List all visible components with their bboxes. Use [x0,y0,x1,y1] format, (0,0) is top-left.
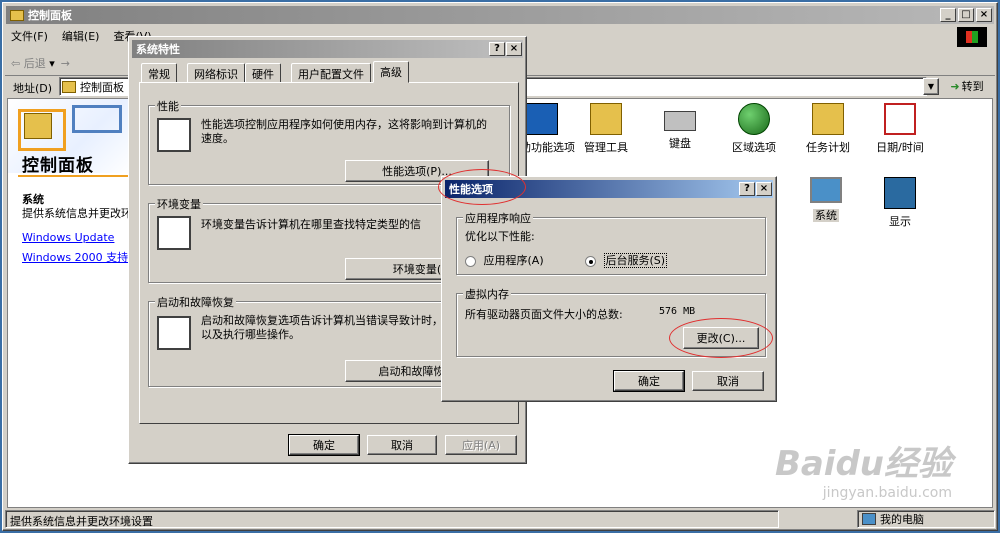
perf-group-label: 性能 [155,98,181,114]
env-group-label: 环境变量 [155,196,203,212]
radio-background-label: 后台服务(S) [603,253,668,268]
baidu-watermark-url: jingyan.baidu.com [822,485,952,501]
tab-hardware[interactable]: 硬件 [245,63,281,83]
main-title-bar[interactable]: 控制面板 [6,6,994,24]
left-pane-heading: 控制面板 [22,156,94,176]
tab-strip: 常规 网络标识 硬件 用户配置文件 高级 [139,61,519,83]
status-bar: 提供系统信息并更改环境设置 我的电脑 [5,510,995,528]
vm-total-label: 所有驱动器页面文件大小的总数: [465,308,623,321]
optimize-label: 优化以下性能: [465,230,535,243]
admin-tools-icon [590,103,622,135]
address-dropdown-button[interactable]: ▼ [923,78,939,95]
accessibility-icon [526,103,558,135]
windows-update-link[interactable]: Windows Update [22,231,114,244]
radio-applications-circle [465,255,476,267]
icon-system[interactable]: 系统 [786,177,866,223]
radio-background-circle [585,255,596,267]
maximize-button[interactable]: □ [958,8,974,22]
icon-admin-tools[interactable]: 管理工具 [566,103,646,155]
sys-props-title-bar[interactable]: 系统特性 [132,40,523,58]
folder-icon [10,9,24,21]
vm-total-value: 576 MB [659,306,696,317]
menu-file[interactable]: 文件(F) [11,28,48,46]
control-panel-large-icon [24,113,52,139]
radio-applications-label: 应用程序(A) [483,254,544,267]
status-zone-panel: 我的电脑 [857,510,995,528]
address-value: 控制面板 [80,80,124,94]
section-desc: 提供系统信息并更改环 [22,207,132,220]
performance-icon [157,118,191,152]
clock-icon [884,103,916,135]
display-icon [884,177,916,209]
windows-logo-icon [957,27,987,47]
baidu-watermark: Baidu经验 [774,444,952,484]
app-response-group: 应用程序响应 优化以下性能: 应用程序(A) 后台服务(S) [456,210,766,275]
env-text: 环境变量告诉计算机在哪里查找特定类型的信 [201,218,421,231]
go-arrow-icon: ➜ [950,79,960,93]
change-highlight-ellipse [669,318,773,358]
computer-icon [810,177,842,203]
sys-props-close-button[interactable]: × [506,42,522,56]
scheduled-tasks-icon [812,103,844,135]
icon-display[interactable]: 显示 [860,177,940,229]
close-button[interactable]: × [976,8,992,22]
title-highlight-ellipse [438,169,526,205]
perf-options-close-button[interactable]: × [756,182,772,196]
left-pane: 控制面板 系统 提供系统信息并更改环 Windows Update Window… [8,99,132,507]
minimize-button[interactable]: _ [940,8,956,22]
app-response-label: 应用程序响应 [463,210,533,226]
tab-general[interactable]: 常规 [141,63,177,83]
windows-2000-support-link[interactable]: Windows 2000 支持 [22,249,128,265]
status-text: 提供系统信息并更改环境设置 [10,515,153,528]
toolbar: ⇦ 后退 ▾ → [11,53,70,73]
icon-scheduled-tasks[interactable]: 任务计划 [788,103,868,155]
perf-options-help-button[interactable]: ? [739,182,755,196]
radio-applications[interactable]: 应用程序(A) [465,252,544,268]
back-arrow-icon: ⇦ [11,57,21,70]
startup-recovery-icon [157,316,191,350]
perf-options-cancel-button[interactable]: 取消 [692,371,764,391]
go-button[interactable]: ➜ 转到 [943,76,991,96]
main-window-title: 控制面板 [28,9,72,22]
left-pane-banner: 控制面板 [8,99,130,176]
heading-rule [18,175,130,177]
back-button[interactable]: ⇦ 后退 ▾ [11,55,55,71]
sys-props-help-button[interactable]: ? [489,42,505,56]
radio-background-services[interactable]: 后台服务(S) [585,252,668,268]
address-label: 地址(D) [13,82,53,95]
tab-advanced[interactable]: 高级 [373,61,409,83]
status-zone: 我的电脑 [880,513,924,526]
forward-button[interactable]: → [61,57,70,70]
performance-options-dialog: 性能选项 ? × 应用程序响应 优化以下性能: 应用程序(A) 后台服务(S) … [438,169,777,402]
sys-props-cancel-button[interactable]: 取消 [367,435,437,455]
icon-regional-options[interactable]: 区域选项 [714,103,794,155]
perf-text: 性能选项控制应用程序如何使用内存，这将影响到计算机的速度。 [201,118,487,145]
my-computer-icon [862,513,876,525]
environment-icon [157,216,191,250]
menu-edit[interactable]: 编辑(E) [62,28,100,46]
sys-props-ok-button[interactable]: 确定 [288,434,360,456]
globe-icon [738,103,770,135]
sys-props-title: 系统特性 [136,43,180,56]
keyboard-icon [664,111,696,131]
virtual-memory-label: 虚拟内存 [463,286,511,302]
startup-group-label: 启动和故障恢复 [155,294,236,310]
icon-keyboard[interactable]: 键盘 [640,103,720,151]
banner-blue-square [72,105,122,133]
control-panel-small-icon [62,80,76,93]
tab-user-profiles[interactable]: 用户配置文件 [291,63,371,83]
tab-network-id[interactable]: 网络标识 [187,63,245,83]
virtual-memory-group: 虚拟内存 所有驱动器页面文件大小的总数: 576 MB 更改(C)... [456,286,773,358]
icon-date-time[interactable]: 日期/时间 [860,103,940,155]
sys-props-apply-button[interactable]: 应用(A) [445,435,517,455]
perf-options-ok-button[interactable]: 确定 [613,370,685,392]
status-text-panel: 提供系统信息并更改环境设置 [5,510,779,528]
